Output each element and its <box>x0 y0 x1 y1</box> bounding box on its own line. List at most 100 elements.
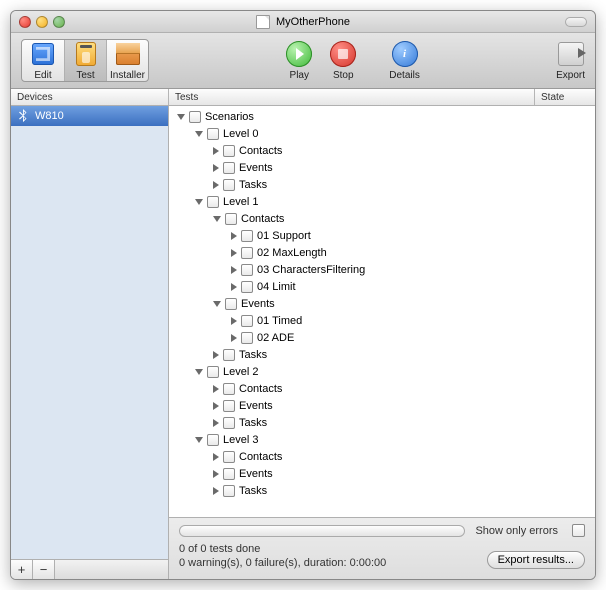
devices-column-header[interactable]: Devices <box>11 89 169 105</box>
test-checkbox[interactable] <box>241 230 253 242</box>
minimize-button[interactable] <box>36 16 48 28</box>
window-controls <box>11 16 65 28</box>
export-results-button[interactable]: Export results... <box>487 551 585 569</box>
test-checkbox[interactable] <box>223 417 235 429</box>
test-checkbox[interactable] <box>207 366 219 378</box>
disclosure-triangle-icon[interactable] <box>177 114 185 120</box>
test-checkbox[interactable] <box>241 247 253 259</box>
tree-row[interactable]: 02 MaxLength <box>173 244 591 261</box>
test-checkbox[interactable] <box>223 383 235 395</box>
test-checkbox[interactable] <box>223 451 235 463</box>
test-checkbox[interactable] <box>241 332 253 344</box>
edit-icon <box>32 43 54 65</box>
test-checkbox[interactable] <box>223 485 235 497</box>
test-checkbox[interactable] <box>223 179 235 191</box>
disclosure-triangle-icon[interactable] <box>231 283 237 291</box>
tree-row[interactable]: Contacts <box>173 142 591 159</box>
disclosure-triangle-icon[interactable] <box>213 301 221 307</box>
test-button[interactable]: Test <box>64 40 106 81</box>
close-button[interactable] <box>19 16 31 28</box>
test-checkbox[interactable] <box>241 315 253 327</box>
edit-button[interactable]: Edit <box>22 40 64 81</box>
tree-row[interactable]: Level 2 <box>173 363 591 380</box>
state-column-header[interactable]: State <box>535 89 595 105</box>
tree-row[interactable]: Events <box>173 159 591 176</box>
tests-tree[interactable]: ScenariosLevel 0ContactsEventsTasksLevel… <box>169 106 595 517</box>
test-checkbox[interactable] <box>207 434 219 446</box>
tree-label: Events <box>239 468 273 480</box>
window-title: MyOtherPhone <box>276 16 350 28</box>
tree-row[interactable]: Contacts <box>173 448 591 465</box>
disclosure-triangle-icon[interactable] <box>195 131 203 137</box>
tree-row[interactable]: Tasks <box>173 346 591 363</box>
tree-row[interactable]: 02 ADE <box>173 329 591 346</box>
test-checkbox[interactable] <box>223 145 235 157</box>
test-checkbox[interactable] <box>223 349 235 361</box>
export-icon <box>558 42 584 66</box>
tree-row[interactable]: 04 Limit <box>173 278 591 295</box>
remove-device-button[interactable]: − <box>33 560 55 579</box>
device-row[interactable]: W810 <box>11 106 168 126</box>
test-checkbox[interactable] <box>223 400 235 412</box>
disclosure-triangle-icon[interactable] <box>213 216 221 222</box>
disclosure-triangle-icon[interactable] <box>213 164 219 172</box>
test-checkbox[interactable] <box>207 128 219 140</box>
disclosure-triangle-icon[interactable] <box>213 181 219 189</box>
disclosure-triangle-icon[interactable] <box>231 249 237 257</box>
tree-row[interactable]: Tasks <box>173 482 591 499</box>
play-button[interactable]: Play <box>285 40 313 81</box>
tree-row[interactable]: 01 Support <box>173 227 591 244</box>
tree-row[interactable]: Events <box>173 397 591 414</box>
disclosure-triangle-icon[interactable] <box>231 232 237 240</box>
details-button[interactable]: i Details <box>389 40 420 81</box>
disclosure-triangle-icon[interactable] <box>231 266 237 274</box>
test-checkbox[interactable] <box>225 298 237 310</box>
show-only-errors-checkbox[interactable] <box>572 524 585 537</box>
disclosure-triangle-icon[interactable] <box>195 199 203 205</box>
test-checkbox[interactable] <box>207 196 219 208</box>
zoom-button[interactable] <box>53 16 65 28</box>
tree-row[interactable]: Events <box>173 295 591 312</box>
test-checkbox[interactable] <box>225 213 237 225</box>
test-checkbox[interactable] <box>189 111 201 123</box>
disclosure-triangle-icon[interactable] <box>213 487 219 495</box>
tree-row[interactable]: Events <box>173 465 591 482</box>
disclosure-triangle-icon[interactable] <box>213 470 219 478</box>
test-checkbox[interactable] <box>223 162 235 174</box>
tests-column-header[interactable]: Tests <box>169 89 535 105</box>
disclosure-triangle-icon[interactable] <box>231 334 237 342</box>
tree-row[interactable]: Contacts <box>173 380 591 397</box>
stop-button[interactable]: Stop <box>329 40 357 81</box>
disclosure-triangle-icon[interactable] <box>195 437 203 443</box>
export-button[interactable]: Export <box>556 40 585 81</box>
test-checkbox[interactable] <box>241 281 253 293</box>
stop-icon <box>330 41 356 67</box>
tree-label: Contacts <box>241 213 284 225</box>
tree-row[interactable]: Contacts <box>173 210 591 227</box>
installer-button[interactable]: Installer <box>106 40 148 81</box>
tree-row[interactable]: 03 CharactersFiltering <box>173 261 591 278</box>
disclosure-triangle-icon[interactable] <box>213 402 219 410</box>
tree-label: Level 2 <box>223 366 258 378</box>
disclosure-triangle-icon[interactable] <box>213 385 219 393</box>
add-device-button[interactable]: + <box>11 560 33 579</box>
toolbar-toggle-button[interactable] <box>565 17 587 27</box>
tree-label: 03 CharactersFiltering <box>257 264 365 276</box>
details-label: Details <box>389 70 420 81</box>
disclosure-triangle-icon[interactable] <box>195 369 203 375</box>
disclosure-triangle-icon[interactable] <box>213 419 219 427</box>
disclosure-triangle-icon[interactable] <box>213 147 219 155</box>
tree-row[interactable]: Level 3 <box>173 431 591 448</box>
test-checkbox[interactable] <box>241 264 253 276</box>
disclosure-triangle-icon[interactable] <box>213 453 219 461</box>
tree-row[interactable]: Scenarios <box>173 108 591 125</box>
test-checkbox[interactable] <box>223 468 235 480</box>
disclosure-triangle-icon[interactable] <box>231 317 237 325</box>
disclosure-triangle-icon[interactable] <box>213 351 219 359</box>
tree-row[interactable]: Level 0 <box>173 125 591 142</box>
tree-row[interactable]: Tasks <box>173 414 591 431</box>
play-icon <box>286 41 312 67</box>
tree-row[interactable]: 01 Timed <box>173 312 591 329</box>
tree-row[interactable]: Level 1 <box>173 193 591 210</box>
tree-row[interactable]: Tasks <box>173 176 591 193</box>
